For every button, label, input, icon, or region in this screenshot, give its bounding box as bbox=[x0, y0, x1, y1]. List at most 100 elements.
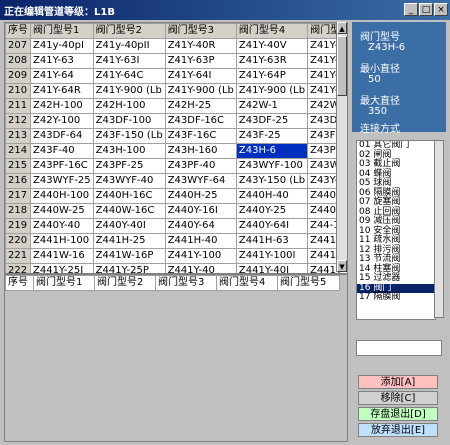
header-valve-model-2[interactable]: 阀门型号2 bbox=[94, 275, 156, 291]
grid-cell[interactable]: Z440Y-25 bbox=[235, 203, 309, 219]
scroll-down-arrow-icon[interactable]: ▼ bbox=[337, 260, 347, 272]
grid-cell[interactable]: Z440H-16C bbox=[92, 188, 166, 204]
table-row[interactable]: 216 Z43WYF-25 Z43WYF-40 Z43WYF-64 Z43Y-150 (… bbox=[5, 173, 347, 189]
header-valve-model-4[interactable]: 阀门型号4 bbox=[216, 275, 278, 291]
grid-cell[interactable]: Z441W-16 bbox=[30, 248, 94, 264]
grid-cell[interactable]: Z440Y-16I bbox=[164, 203, 237, 219]
table-row[interactable]: 219 Z440Y-40 Z440Y-40I Z440Y-64 Z440Y-64I Z44… bbox=[5, 218, 347, 234]
grid-cell[interactable]: Z41Y-40V bbox=[235, 38, 309, 54]
grid-cell[interactable]: Z43DF-64 bbox=[30, 128, 94, 144]
grid-cell[interactable]: Z43Y-150 (Lb bbox=[235, 173, 309, 189]
header-valve-model-3[interactable]: 阀门型号3 bbox=[155, 275, 217, 291]
grid-cell[interactable]: Z41Y-64C bbox=[92, 68, 166, 84]
grid-cell[interactable]: Z43H-6 bbox=[235, 143, 309, 159]
header-valve-model-1[interactable]: 阀门型号1 bbox=[33, 275, 95, 291]
save-exit-button[interactable]: 存盘退出[D] bbox=[358, 407, 438, 421]
grid-cell[interactable]: Z41Y-900 (Lb bbox=[235, 83, 309, 99]
grid-cell[interactable]: Z441Y-100 bbox=[164, 248, 237, 264]
close-button[interactable]: × bbox=[434, 3, 448, 16]
table-row[interactable]: 209Z41Y-64Z41Y-64CZ41Y-64IZ41Y-64PZ41Y-6… bbox=[5, 68, 347, 84]
grid-cell[interactable]: Z441H-63 bbox=[235, 233, 309, 249]
list-scrollbar[interactable] bbox=[434, 140, 444, 318]
grid-cell[interactable]: Z43PF-40 bbox=[164, 158, 237, 174]
grid-cell[interactable]: Z440H-100 bbox=[30, 188, 94, 204]
grid-cell[interactable]: Z441W-16P bbox=[92, 248, 166, 264]
grid-cell[interactable]: Z43DF-16C bbox=[164, 113, 237, 129]
grid-cell[interactable]: Z41Y-64R bbox=[30, 83, 94, 99]
minimize-button[interactable]: _ bbox=[404, 3, 418, 16]
grid-cell[interactable]: Z41Y-63P bbox=[164, 53, 237, 69]
grid-cell[interactable]: Z41Y-64 bbox=[30, 68, 94, 84]
scroll-up-arrow-icon[interactable]: ▲ bbox=[337, 22, 347, 34]
grid-cell[interactable]: Z42H-100 bbox=[92, 98, 166, 114]
list-item[interactable]: 17 隔膜阀 bbox=[357, 292, 435, 303]
grid-cell[interactable]: Z41y-40pII bbox=[92, 38, 166, 54]
grid-cell[interactable]: Z440Y-64 bbox=[164, 218, 237, 234]
remove-button[interactable]: 移除[C] bbox=[358, 391, 438, 405]
grid-cell[interactable]: Z41y-40pI bbox=[30, 38, 94, 54]
table-row[interactable]: 218 Z440W-25 Z440W-16C Z440Y-16I Z440Y-25 Z44… bbox=[5, 203, 347, 219]
grid-cell[interactable]: Z440Y-40 bbox=[30, 218, 94, 234]
grid-cell[interactable]: Z43PF-25 bbox=[92, 158, 166, 174]
grid-cell[interactable]: Z43H-160 bbox=[164, 143, 237, 159]
table-row[interactable]: 210 Z41Y-64R Z41Y-900 (Lb Z41Y-900 (Lb Z41Y-… bbox=[5, 83, 347, 99]
table-row[interactable]: 207 Z41y-40pI Z41y-40pII Z41Y-40R Z41Y-40V Z4… bbox=[5, 38, 347, 54]
discard-exit-button[interactable]: 放弃退出[E] bbox=[358, 423, 438, 437]
grid-cell[interactable]: Z41Y-900 (Lb bbox=[164, 83, 237, 99]
grid-cell[interactable]: Z440Y-40I bbox=[92, 218, 166, 234]
grid-vertical-scrollbar[interactable]: ▲ ▼ bbox=[336, 22, 347, 272]
grid-cell[interactable]: Z43F-16C bbox=[164, 128, 237, 144]
grid-cell[interactable]: Z441H-25 bbox=[92, 233, 166, 249]
table-row[interactable]: 221 Z441W-16 Z441W-16P Z441Y-100 Z441Y-100I Z… bbox=[5, 248, 347, 264]
table-row[interactable]: 215 Z43PF-16C Z43PF-25 Z43PF-40 Z43WYF-100 Z4… bbox=[5, 158, 347, 174]
grid-cell[interactable]: Z43H-100 bbox=[92, 143, 166, 159]
grid-cell[interactable]: Z440W-25 bbox=[30, 203, 94, 219]
grid-cell[interactable]: Z42Y-100 bbox=[30, 113, 94, 129]
grid-cell[interactable]: Z440H-40 bbox=[235, 188, 309, 204]
header-valve-model-2[interactable]: 阀门型号2 bbox=[92, 23, 166, 39]
grid-cell[interactable]: Z43F-40 bbox=[30, 143, 94, 159]
grid-cell[interactable]: Z42W-1 bbox=[235, 98, 309, 114]
grid-cell[interactable]: Z441H-40 bbox=[164, 233, 237, 249]
grid-cell[interactable]: Z41Y-64I bbox=[164, 68, 237, 84]
grid-cell[interactable]: Z41Y-63 bbox=[30, 53, 94, 69]
grid-cell[interactable]: Z43F-25 bbox=[235, 128, 309, 144]
header-index[interactable]: 序号 bbox=[5, 275, 34, 291]
grid-cell[interactable]: Z43F-150 (Lb bbox=[92, 128, 166, 144]
grid-cell[interactable]: Z43DF-25 bbox=[235, 113, 309, 129]
filter-input[interactable] bbox=[356, 340, 442, 356]
grid-cell[interactable]: Z43WYF-40 bbox=[92, 173, 166, 189]
grid-cell[interactable]: Z41Y-40R bbox=[164, 38, 237, 54]
grid-cell[interactable]: Z43WYF-100 bbox=[235, 158, 309, 174]
grid-cell[interactable]: Z441Y-40 bbox=[164, 263, 237, 273]
header-valve-model-3[interactable]: 阀门型号3 bbox=[164, 23, 237, 39]
grid-cell[interactable]: Z41Y-63R bbox=[235, 53, 309, 69]
grid-cell[interactable]: Z41Y-63I bbox=[92, 53, 166, 69]
table-row[interactable]: 220 Z441H-100 Z441H-25 Z441H-40 Z441H-63 Z441… bbox=[5, 233, 347, 249]
grid-cell[interactable]: Z43DF-100 bbox=[92, 113, 166, 129]
table-row[interactable]: 214Z43F-40Z43H-100Z43H-160Z43H-6Z43PF-10… bbox=[5, 143, 347, 159]
grid-cell[interactable]: Z441Y-100I bbox=[235, 248, 309, 264]
grid-cell[interactable]: Z43WYF-25 bbox=[30, 173, 94, 189]
grid-cell[interactable]: Z43WYF-64 bbox=[164, 173, 237, 189]
header-valve-model-1[interactable]: 阀门型号1 bbox=[30, 23, 94, 39]
table-row[interactable]: 217 Z440H-100 Z440H-16C Z440H-25 Z440H-40 Z44… bbox=[5, 188, 347, 204]
grid-cell[interactable]: Z441Y-40I bbox=[235, 263, 309, 273]
grid-cell[interactable]: Z440Y-64I bbox=[235, 218, 309, 234]
valve-type-list[interactable]: 01 其它阀门 02 闸阀 03 截止阀 04 蝶阀 05 球阀 06 隔膜阀 07 旋塞阀… bbox=[356, 140, 436, 320]
grid-cell[interactable]: Z441H-100 bbox=[30, 233, 94, 249]
table-row[interactable]: 211Z42H-100Z42H-100Z42H-25Z42W-1Z42W-16A bbox=[5, 98, 347, 114]
grid-cell[interactable]: Z440W-16C bbox=[92, 203, 166, 219]
header-index[interactable]: 序号 bbox=[5, 23, 31, 39]
grid-cell[interactable]: Z42H-25 bbox=[164, 98, 237, 114]
grid-cell[interactable]: Z43PF-16C bbox=[30, 158, 94, 174]
table-row[interactable]: 212 Z42Y-100 Z43DF-100 Z43DF-16C Z43DF-25 Z43… bbox=[5, 113, 347, 129]
grid-cell[interactable]: Z41Y-900 (Lb bbox=[92, 83, 166, 99]
header-valve-model-5[interactable]: 阀门型号5 bbox=[277, 275, 340, 291]
grid-cell[interactable]: Z441Y-25I bbox=[30, 263, 94, 273]
header-valve-model-4[interactable]: 阀门型号4 bbox=[235, 23, 309, 39]
scroll-thumb[interactable] bbox=[337, 36, 347, 96]
valve-grid[interactable]: 序号阀门型号1阀门型号2阀门型号3阀门型号4阀门型号5 207Z41y-40pI… bbox=[4, 22, 348, 274]
selected-valve-grid[interactable]: 序号 阀门型号1 阀门型号2 阀门型号3 阀门型号4 阀门型号5 bbox=[4, 274, 348, 442]
grid-cell[interactable]: Z441Y-25P bbox=[92, 263, 166, 273]
